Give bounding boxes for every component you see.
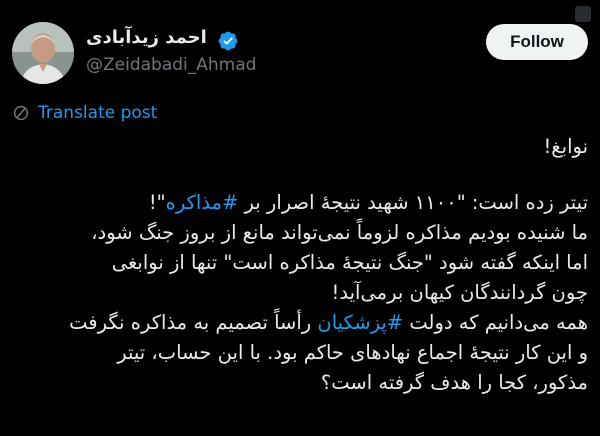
tweet-text-segment: "! — [148, 191, 166, 214]
translate-post-label: Translate post — [38, 103, 158, 123]
tweet-text: نوابغ! تیتر زده است: "۱۱۰۰ شهید نتیجهٔ ا… — [12, 132, 588, 398]
tweet-text-segment: تیتر زده است: "۱۱۰۰ شهید نتیجهٔ اصرار بر — [238, 191, 588, 214]
translate-post-link[interactable]: Translate post — [12, 103, 157, 123]
follow-button[interactable]: Follow — [486, 24, 588, 60]
translate-icon — [13, 105, 29, 121]
tweet-line: همه می‌دانیم که دولت #پزشکیان رأساً تصمی… — [12, 308, 588, 338]
tweet-line: اما اینکه گفته شود "جنگ نتیجهٔ مذاکره اس… — [111, 251, 588, 274]
user-handle[interactable]: @Zeidabadi_Ahmad — [86, 55, 256, 75]
tweet-line: تیتر زده است: "۱۱۰۰ شهید نتیجهٔ اصرار بر… — [12, 188, 588, 218]
tweet-text-segment: رأساً تصمیم به مذاکره نگرفت — [69, 311, 318, 334]
tweet-line: نوابغ! — [543, 135, 588, 158]
tweet-line: مذکور، کجا را هدف گرفته است؟ — [320, 371, 588, 394]
verified-badge-icon — [218, 31, 238, 51]
tweet-line: چون گردانندگان کیهان برمی‌آید! — [331, 281, 588, 304]
hashtag-link[interactable]: #مذاکره — [166, 191, 239, 214]
tweet-text-segment: همه می‌دانیم که دولت — [403, 311, 588, 334]
app-corner-icon — [575, 6, 591, 22]
display-name[interactable]: احمد زیدآبادی — [86, 27, 207, 48]
avatar-image — [12, 22, 74, 84]
tweet-line: ما شنیده بودیم مذاکره لزوماً نمی‌تواند م… — [91, 221, 588, 244]
hashtag-link[interactable]: #پزشکیان — [317, 311, 403, 334]
tweet-line: و این کار نتیجهٔ اجماع نهادهای حاکم بود.… — [117, 341, 588, 364]
avatar[interactable] — [12, 22, 74, 84]
